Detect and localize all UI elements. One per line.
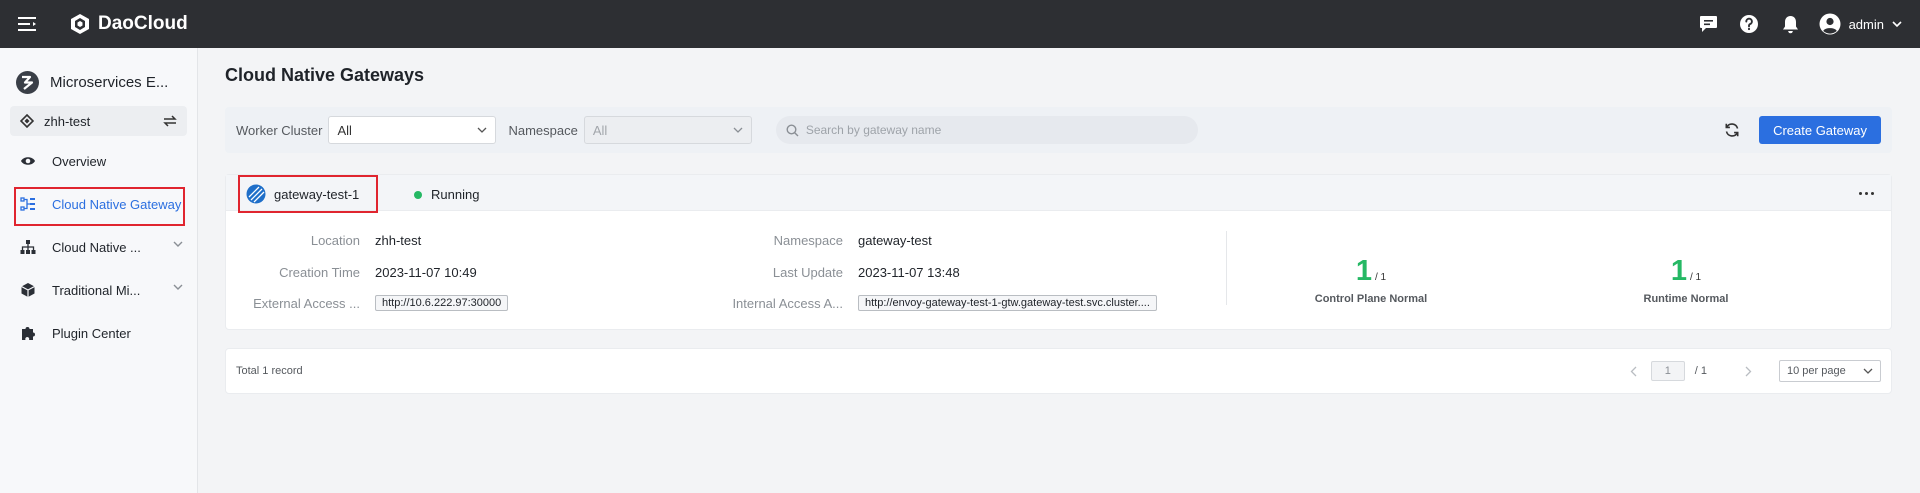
control-plane-count: 1 xyxy=(1355,255,1372,287)
sidebar-item-label: Cloud Native Gateway xyxy=(52,196,182,212)
namespace-value: All xyxy=(592,122,608,138)
page-size-value: 10 per page xyxy=(1787,365,1846,377)
create-gateway-button[interactable]: Create Gateway xyxy=(1759,116,1881,144)
search-input[interactable] xyxy=(805,123,1186,137)
chevron-down-icon xyxy=(173,241,183,247)
sidebar: Microservices E... zhh-test Overview Clo… xyxy=(0,48,198,493)
last-update-value: 2023-11-07 13:48 xyxy=(858,264,960,280)
namespace-select[interactable]: All xyxy=(583,116,752,144)
creation-time-row: Creation Time 2023-11-07 10:49 xyxy=(226,264,477,280)
external-access-label: External Access ... xyxy=(253,295,360,311)
last-update-label: Last Update xyxy=(772,264,843,280)
sidebar-item-label: Traditional Mi... xyxy=(52,282,141,298)
sidebar-item-traditional-microservices[interactable]: Traditional Mi... xyxy=(0,272,197,308)
location-label: Location xyxy=(310,232,360,248)
chevron-down-icon xyxy=(477,127,487,133)
page-count: / 1 xyxy=(1694,365,1707,377)
control-plane-stat: 1/ 1 Control Plane Normal xyxy=(1291,255,1451,305)
cube-icon xyxy=(21,283,35,297)
puzzle-icon xyxy=(22,327,35,340)
total-records: Total 1 record xyxy=(236,365,303,377)
namespace-label: Namespace xyxy=(508,122,578,138)
brand-name: DaoCloud xyxy=(98,13,188,34)
external-access-row: External Access ... http://10.6.222.97:3… xyxy=(226,295,509,311)
hierarchy-icon xyxy=(20,240,36,254)
sidebar-item-label: Cloud Native ... xyxy=(52,239,141,255)
last-update-row: Last Update 2023-11-07 13:48 xyxy=(646,264,960,280)
sidebar-item-cloud-native-gateway[interactable]: Cloud Native Gateway xyxy=(0,186,197,226)
workspace-selector[interactable]: zhh-test xyxy=(10,106,187,136)
status-text: Running xyxy=(431,187,480,202)
sidebar-item-plugin-center[interactable]: Plugin Center xyxy=(0,315,197,351)
external-access-value[interactable]: http://10.6.222.97:30000 xyxy=(375,295,509,311)
app-title-text: Microservices E... xyxy=(50,73,169,91)
sidebar-item-label: Plugin Center xyxy=(52,325,131,341)
creation-time-label: Creation Time xyxy=(279,264,360,280)
runtime-total: / 1 xyxy=(1690,272,1702,283)
page-size-select[interactable]: 10 per page xyxy=(1779,360,1881,382)
gateway-name: gateway-test-1 xyxy=(274,186,360,202)
search-box xyxy=(775,116,1198,144)
daocloud-logo-icon xyxy=(71,14,89,34)
bell-icon[interactable] xyxy=(1770,0,1811,48)
app-title: Microservices E... xyxy=(0,65,197,99)
more-actions-icon[interactable] xyxy=(1855,183,1877,203)
internal-access-row: Internal Access A... http://envoy-gatewa… xyxy=(646,295,1157,311)
runtime-caption: Runtime Normal xyxy=(1643,293,1729,305)
worker-cluster-select[interactable]: All xyxy=(328,116,497,144)
gateway-icon xyxy=(20,197,35,211)
sidebar-nav: Overview Cloud Native Gateway Cloud Nati… xyxy=(0,143,197,351)
chevron-down-icon xyxy=(1863,368,1873,374)
filter-bar: Worker Cluster All Namespace All Create … xyxy=(225,107,1892,153)
next-page-icon[interactable] xyxy=(1741,364,1755,378)
sidebar-item-label: Overview xyxy=(52,153,107,169)
user-avatar-icon xyxy=(1819,13,1841,35)
eye-icon xyxy=(21,157,35,165)
refresh-icon[interactable] xyxy=(1717,115,1747,145)
switch-icon[interactable] xyxy=(163,115,177,127)
top-bar: DaoCloud admin xyxy=(0,0,1920,48)
status-badge: Running xyxy=(414,187,479,202)
control-plane-caption: Control Plane Normal xyxy=(1314,293,1428,305)
message-icon[interactable] xyxy=(1688,0,1729,48)
brand-logo[interactable]: DaoCloud xyxy=(68,12,188,36)
pagination-bar: Total 1 record / 1 10 per page xyxy=(225,348,1892,394)
namespace-row: Namespace gateway-test xyxy=(646,232,932,248)
control-plane-total: / 1 xyxy=(1375,272,1387,283)
internal-access-label: Internal Access A... xyxy=(732,295,843,311)
gateway-name-link[interactable]: gateway-test-1 xyxy=(238,175,378,213)
namespace-info-value: gateway-test xyxy=(858,232,932,248)
menu-icon[interactable] xyxy=(0,0,54,48)
search-icon xyxy=(786,123,799,136)
chevron-down-icon xyxy=(173,284,183,290)
gateway-logo-icon xyxy=(246,184,266,204)
page-number-input[interactable] xyxy=(1650,361,1685,381)
worker-cluster-value: All xyxy=(337,122,352,138)
card-divider xyxy=(1226,231,1227,305)
user-menu[interactable]: admin xyxy=(1819,13,1902,35)
workspace-icon xyxy=(20,114,34,128)
internal-access-value[interactable]: http://envoy-gateway-test-1-gtw.gateway-… xyxy=(858,295,1157,311)
prev-page-icon[interactable] xyxy=(1627,364,1641,378)
chevron-down-icon xyxy=(733,127,743,133)
runtime-stat: 1/ 1 Runtime Normal xyxy=(1606,255,1766,305)
sidebar-item-overview[interactable]: Overview xyxy=(0,143,197,179)
gateway-card-header: gateway-test-1 Running xyxy=(226,175,1891,213)
location-value: zhh-test xyxy=(375,232,422,248)
creation-time-value: 2023-11-07 10:49 xyxy=(375,264,477,280)
main-content: Cloud Native Gateways Worker Cluster All… xyxy=(198,48,1920,493)
location-row: Location zhh-test xyxy=(226,232,421,248)
workspace-name: zhh-test xyxy=(44,113,91,129)
microservices-logo-icon xyxy=(16,70,39,94)
namespace-info-label: Namespace xyxy=(773,232,843,248)
chevron-down-icon xyxy=(1892,20,1902,27)
worker-cluster-label: Worker Cluster xyxy=(236,122,323,138)
sidebar-item-cloud-native-microservices[interactable]: Cloud Native ... xyxy=(0,229,197,265)
help-icon[interactable] xyxy=(1729,0,1770,48)
user-name: admin xyxy=(1848,16,1884,32)
page-title: Cloud Native Gateways xyxy=(225,65,425,85)
runtime-count: 1 xyxy=(1670,255,1687,287)
status-dot xyxy=(414,190,422,199)
gateway-card: gateway-test-1 Running Location zhh-test… xyxy=(225,174,1892,330)
